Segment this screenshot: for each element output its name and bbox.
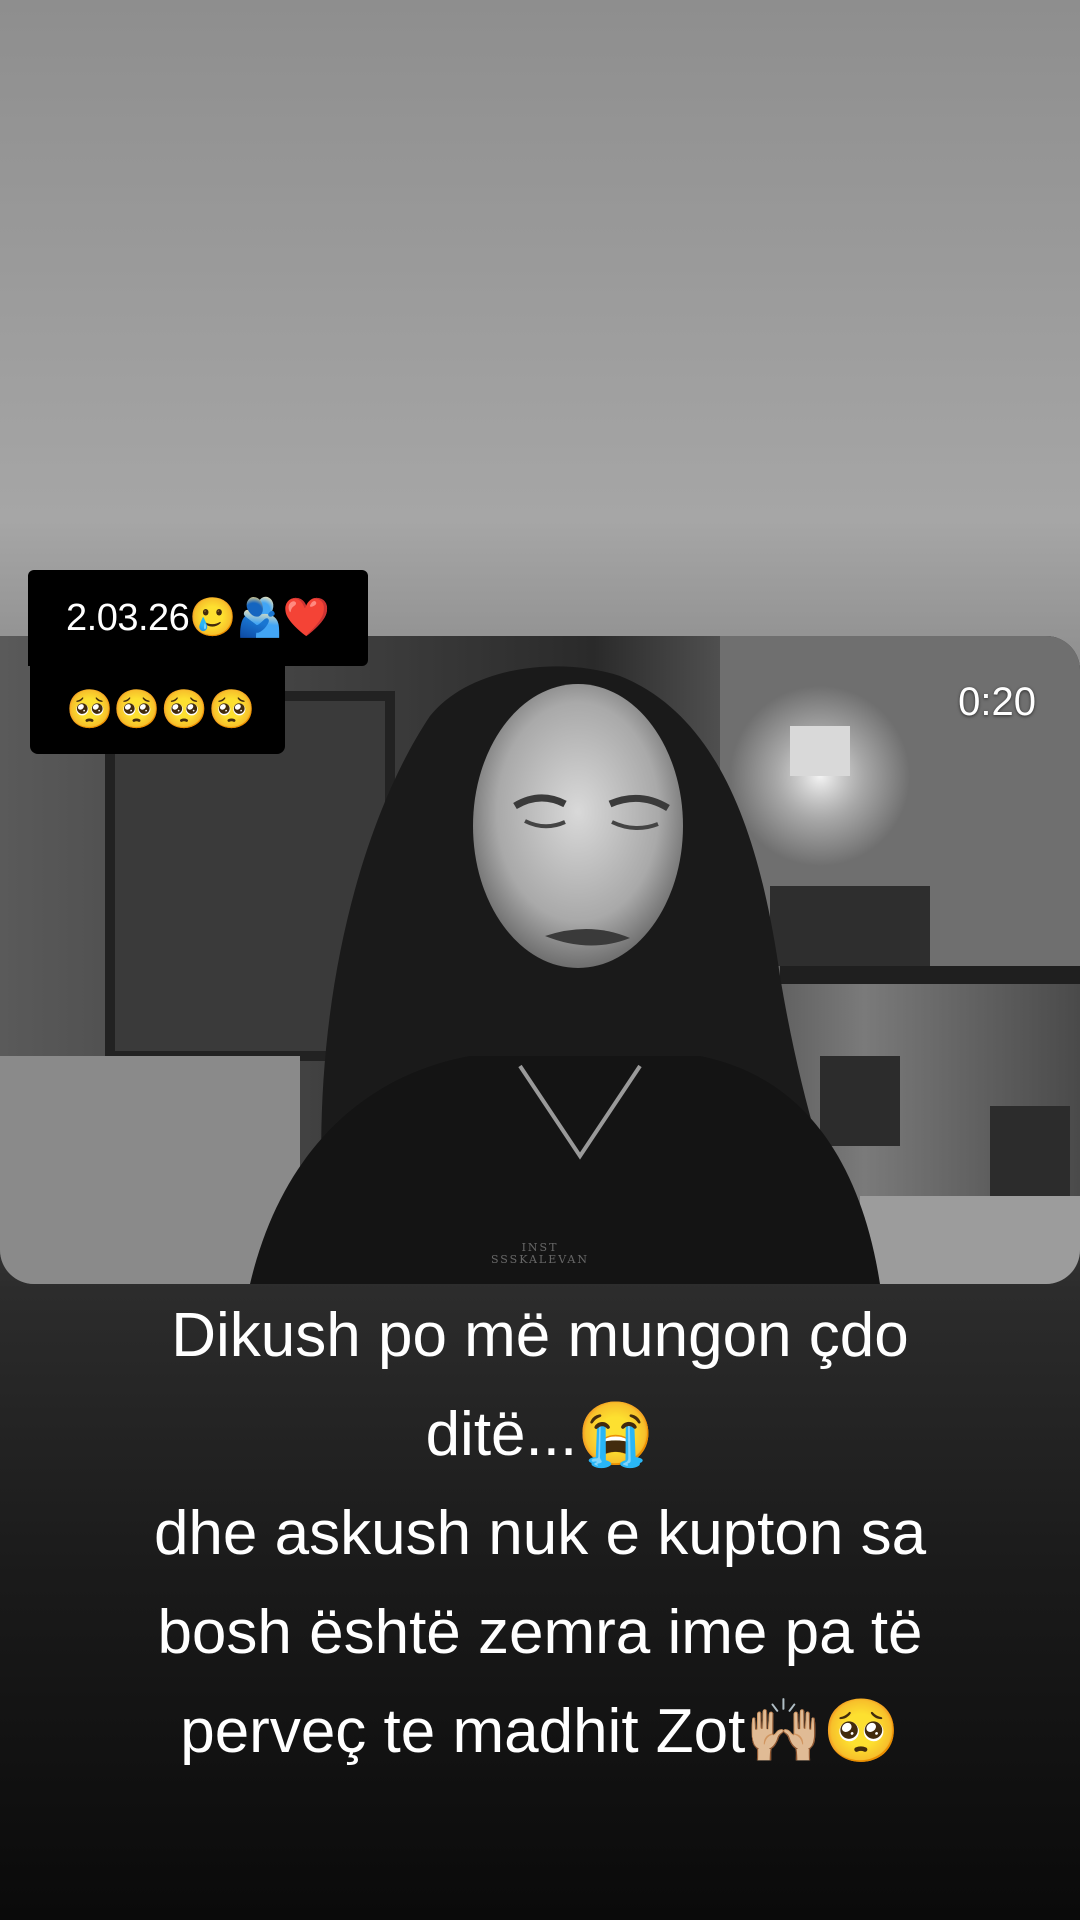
date-sticker: 2.03.26🥲🫂❤️ xyxy=(28,570,368,666)
emoji-sticker-text: 🥺🥺🥺🥺 xyxy=(66,689,256,731)
caption-line: bosh është zemra ime pa të xyxy=(157,1598,923,1667)
story-caption: Dikush po më mungon çdo ditë...😭 dhe ask… xyxy=(30,1286,1050,1781)
caption-line: ditë...😭 xyxy=(425,1400,655,1469)
caption-line: perveç te madhit Zot🙌🏼🥺 xyxy=(180,1697,900,1766)
video-timestamp: 0:20 xyxy=(958,680,1036,724)
video-watermark: INST SSSKALEVAN xyxy=(0,1242,1080,1266)
date-sticker-text: 2.03.26🥲🫂❤️ xyxy=(66,597,330,639)
caption-line: dhe askush nuk e kupton sa xyxy=(153,1499,927,1568)
caption-line: Dikush po më mungon çdo xyxy=(171,1301,909,1370)
emoji-sticker: 🥺🥺🥺🥺 xyxy=(30,666,285,754)
watermark-line-2: SSSKALEVAN xyxy=(490,1253,590,1266)
